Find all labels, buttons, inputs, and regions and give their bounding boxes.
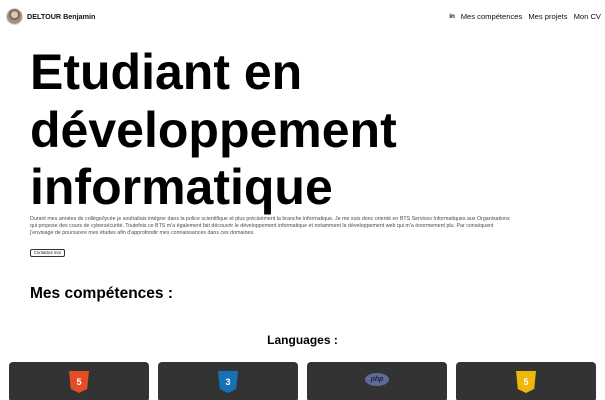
language-card-css[interactable]: 3 xyxy=(158,362,298,400)
nav-link-competences[interactable]: Mes compétences xyxy=(461,12,523,21)
skills-title: Mes compétences : xyxy=(30,285,173,302)
javascript-icon: 5 xyxy=(516,371,536,393)
nav-links: in Mes compétences Mes projets Mon CV xyxy=(449,12,601,21)
hero-title-line: développement xyxy=(30,101,397,158)
nav-link-cv[interactable]: Mon CV xyxy=(574,12,601,21)
css3-icon: 3 xyxy=(218,371,238,393)
navbar: DELTOUR Benjamin in Mes compétences Mes … xyxy=(0,0,605,32)
linkedin-icon[interactable]: in xyxy=(449,13,455,20)
contact-button[interactable]: Contactez moi xyxy=(30,249,65,257)
hero-description-line: j'envisage de poursuivre mes études afin… xyxy=(30,230,255,237)
language-card-javascript[interactable]: 5 xyxy=(456,362,596,400)
hero-description-line: qui propose des cours de cybersécurité. … xyxy=(30,223,494,230)
avatar xyxy=(6,7,23,25)
hero-title: Etudiant en développement informatique xyxy=(30,44,590,217)
page: DELTOUR Benjamin in Mes compétences Mes … xyxy=(0,0,605,400)
nav-link-projets[interactable]: Mes projets xyxy=(528,12,567,21)
brand[interactable]: DELTOUR Benjamin xyxy=(6,7,96,25)
hero-title-line: Etudiant en xyxy=(30,44,303,100)
language-card-php[interactable]: php xyxy=(307,362,447,400)
brand-name: DELTOUR Benjamin xyxy=(27,11,96,21)
language-cards: 5 3 php 5 xyxy=(9,362,600,400)
languages-title: Languages : xyxy=(267,333,338,347)
hero-description-line: Durant mes années de collège/lycée je so… xyxy=(30,216,510,222)
html5-icon: 5 xyxy=(69,371,89,393)
php-icon: php xyxy=(365,373,389,386)
hero-title-line: informatique xyxy=(30,159,333,215)
hero-description: Durant mes années de collège/lycée je so… xyxy=(30,216,575,238)
language-card-html[interactable]: 5 xyxy=(9,362,149,400)
